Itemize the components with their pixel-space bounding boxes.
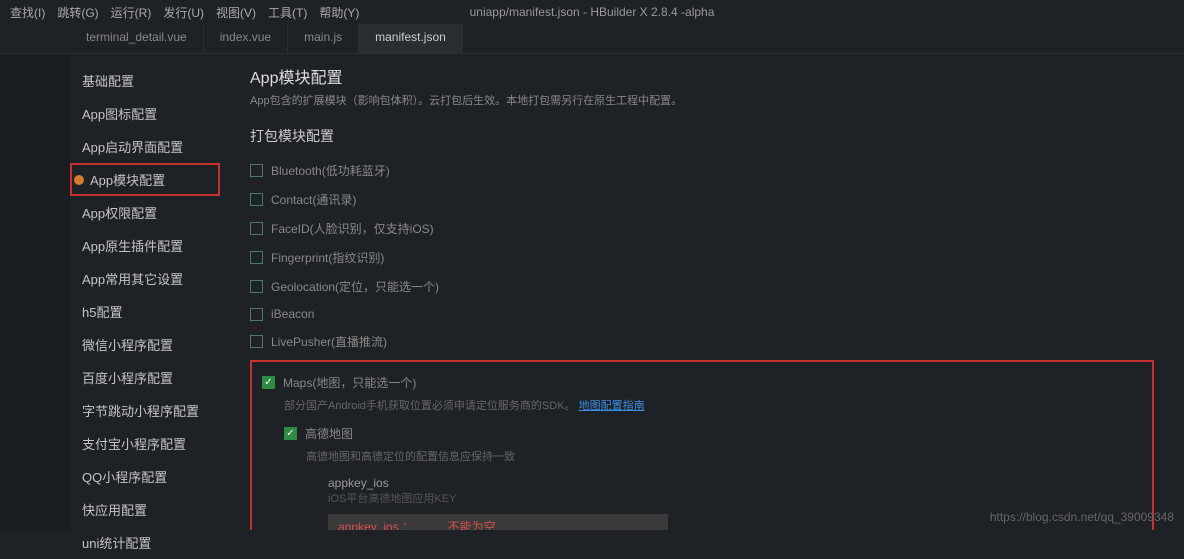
module-row[interactable]: Geolocation(定位，只能选一个) [250,272,1154,301]
menubar: 查找(I) 跳转(G) 运行(R) 发行(U) 视图(V) 工具(T) 帮助(Y… [0,0,1184,24]
side-nav-item[interactable]: 支付宝小程序配置 [70,427,220,460]
side-nav-item[interactable]: QQ小程序配置 [70,460,220,493]
field-hint: iOS平台高德地图应用KEY [328,490,1142,506]
checkbox-icon [250,335,263,348]
page-title: App模块配置 [250,64,1154,88]
maps-config-guide-link[interactable]: 地图配置指南 [579,400,645,412]
tab-manifest-json[interactable]: manifest.json [359,24,463,53]
side-nav-item[interactable]: App启动界面配置 [70,130,220,163]
side-nav-item[interactable]: h5配置 [70,295,220,328]
page-subtitle: App包含的扩展模块（影响包体积）。云打包后生效。本地打包需另行在原生工程中配置… [250,92,1154,108]
side-nav-item[interactable]: 快应用配置 [70,493,220,526]
field-label: appkey_ios [328,476,1142,490]
tab-bar: terminal_detail.vueindex.vuemain.jsmanif… [0,24,1184,54]
tab-index-vue[interactable]: index.vue [204,24,288,53]
amap-label: 高德地图 [305,425,353,442]
module-row[interactable]: LivePusher(直播推流) [250,327,1154,356]
module-label: iBeacon [271,307,314,321]
error-label: appkey_ios ： [338,520,414,530]
checkbox-icon [250,308,263,321]
side-nav-item[interactable]: 基础配置 [70,64,220,97]
content-panel: App模块配置 App包含的扩展模块（影响包体积）。云打包后生效。本地打包需另行… [220,54,1184,530]
menu-help[interactable]: 帮助(Y) [313,2,365,23]
module-row[interactable]: Bluetooth(低功耗蓝牙) [250,156,1154,185]
menu-tools[interactable]: 工具(T) [262,2,313,23]
menu-goto[interactable]: 跳转(G) [51,2,104,23]
module-row[interactable]: FaceID(人脸识别，仅支持iOS) [250,214,1154,243]
side-nav-item[interactable]: 微信小程序配置 [70,328,220,361]
checkbox-icon: ✓ [262,376,275,389]
module-label: Fingerprint(指纹识别) [271,249,384,266]
checkbox-icon [250,280,263,293]
module-label: Geolocation(定位，只能选一个) [271,278,439,295]
side-nav-item[interactable]: 字节跳动小程序配置 [70,394,220,427]
amap-option[interactable]: ✓ 高德地图 [284,419,1142,448]
checkbox-icon [250,193,263,206]
menu-publish[interactable]: 发行(U) [157,2,210,23]
side-nav-item[interactable]: uni统计配置 [70,526,220,559]
section-title: 打包模块配置 [250,126,1154,146]
side-nav-item[interactable]: App常用其它设置 [70,262,220,295]
side-nav-item[interactable]: 百度小程序配置 [70,361,220,394]
side-nav-item[interactable]: App原生插件配置 [70,229,220,262]
module-row[interactable]: Contact(通讯录) [250,185,1154,214]
maps-highlight-box: ✓ Maps(地图，只能选一个) 部分国产Android手机获取位置必须申请定位… [250,360,1154,530]
checkbox-icon: ✓ [284,427,297,440]
side-nav-item[interactable]: App图标配置 [70,97,220,130]
error-row: appkey_ios ： 不能为空 [328,514,668,530]
window-title: uniapp/manifest.json - HBuilder X 2.8.4 … [470,5,715,19]
field-appkey-ios: appkey_ios iOS平台高德地图应用KEY [328,476,1142,506]
checkbox-icon [250,164,263,177]
maps-note: 部分国产Android手机获取位置必须申请定位服务商的SDK。 地图配置指南 [284,397,1142,413]
module-label: LivePusher(直播推流) [271,333,387,350]
module-maps[interactable]: ✓ Maps(地图，只能选一个) [262,368,1142,397]
side-nav: 基础配置App图标配置App启动界面配置App模块配置App权限配置App原生插… [70,54,220,530]
activity-bar [0,54,70,530]
menu-view[interactable]: 视图(V) [210,2,262,23]
menu-run[interactable]: 运行(R) [105,2,158,23]
module-label: Contact(通讯录) [271,191,356,208]
side-nav-item[interactable]: App权限配置 [70,196,220,229]
checkbox-icon [250,222,263,235]
module-label: FaceID(人脸识别，仅支持iOS) [271,220,434,237]
module-row[interactable]: iBeacon [250,301,1154,327]
module-label: Bluetooth(低功耗蓝牙) [271,162,390,179]
error-text: 不能为空 [448,520,496,530]
tab-terminal-detail-vue[interactable]: terminal_detail.vue [70,24,204,53]
checkbox-icon [250,251,263,264]
side-nav-item[interactable]: App模块配置 [70,163,220,196]
watermark: https://blog.csdn.net/qq_39009348 [990,510,1174,524]
module-label: Maps(地图，只能选一个) [283,374,416,391]
module-row[interactable]: Fingerprint(指纹识别) [250,243,1154,272]
menu-find[interactable]: 查找(I) [4,2,51,23]
amap-hint: 高德地图和高德定位的配置信息应保持一致 [306,448,1142,464]
tab-main-js[interactable]: main.js [288,24,359,53]
